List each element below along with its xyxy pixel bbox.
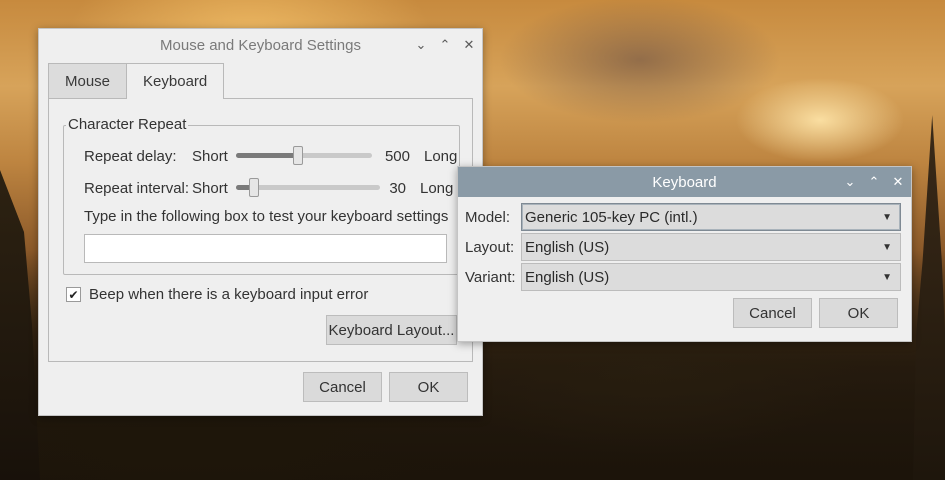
layout-row: Layout: English (US) ▼ bbox=[465, 233, 901, 261]
maximize-icon[interactable]: ⌃ bbox=[438, 37, 452, 53]
maximize-icon[interactable]: ⌃ bbox=[867, 174, 881, 190]
settings-cancel-button[interactable]: Cancel bbox=[303, 372, 382, 402]
repeat-delay-row: Repeat delay: Short 500 Long bbox=[84, 146, 457, 166]
minimize-icon[interactable]: ⌄ bbox=[414, 37, 428, 53]
repeat-delay-long-label: Long bbox=[424, 147, 458, 165]
repeat-interval-short-label: Short bbox=[192, 179, 228, 197]
repeat-delay-slider-thumb[interactable] bbox=[293, 146, 303, 165]
settings-window-title: Mouse and Keyboard Settings bbox=[160, 36, 361, 54]
variant-select[interactable]: English (US) ▼ bbox=[521, 263, 901, 291]
keyboard-cancel-button[interactable]: Cancel bbox=[733, 298, 812, 328]
beep-checkbox-row[interactable]: ✔ Beep when there is a keyboard input er… bbox=[66, 286, 368, 303]
layout-label: Layout: bbox=[465, 238, 515, 256]
model-select[interactable]: Generic 105-key PC (intl.) ▼ bbox=[521, 203, 901, 231]
close-icon[interactable]: ✕ bbox=[891, 174, 905, 190]
keyboard-layout-button[interactable]: Keyboard Layout... bbox=[326, 315, 457, 345]
keyboard-dialog-title: Keyboard bbox=[652, 173, 717, 191]
chevron-down-icon: ▼ bbox=[882, 242, 892, 253]
mouse-keyboard-settings-window: Mouse and Keyboard Settings ⌄ ⌃ ✕ Mouse … bbox=[38, 28, 483, 416]
character-repeat-group: Character Repeat Repeat delay: Short 500… bbox=[63, 116, 460, 275]
repeat-interval-row: Repeat interval: Short 30 Long bbox=[84, 178, 453, 198]
repeat-interval-value: 30 bbox=[389, 179, 406, 197]
close-icon[interactable]: ✕ bbox=[462, 37, 476, 53]
settings-titlebar[interactable]: Mouse and Keyboard Settings ⌄ ⌃ ✕ bbox=[39, 29, 482, 61]
layout-select-value: English (US) bbox=[525, 238, 610, 256]
tab-mouse[interactable]: Mouse bbox=[48, 63, 128, 98]
variant-select-value: English (US) bbox=[525, 268, 610, 286]
variant-label: Variant: bbox=[465, 268, 516, 286]
repeat-delay-label: Repeat delay: bbox=[84, 147, 177, 165]
repeat-interval-long-label: Long bbox=[420, 179, 454, 197]
repeat-interval-slider[interactable] bbox=[236, 178, 380, 198]
keyboard-tab-panel: Character Repeat Repeat delay: Short 500… bbox=[48, 98, 473, 362]
chevron-down-icon: ▼ bbox=[882, 272, 892, 283]
settings-ok-button[interactable]: OK bbox=[389, 372, 468, 402]
keyboard-test-prompt: Type in the following box to test your k… bbox=[84, 208, 449, 225]
model-select-value: Generic 105-key PC (intl.) bbox=[525, 208, 698, 226]
chevron-down-icon: ▼ bbox=[882, 212, 892, 223]
keyboard-test-input[interactable] bbox=[84, 234, 447, 263]
model-row: Model: Generic 105-key PC (intl.) ▼ bbox=[465, 203, 901, 231]
keyboard-titlebar[interactable]: Keyboard ⌄ ⌃ ✕ bbox=[458, 167, 911, 197]
repeat-interval-label: Repeat interval: bbox=[84, 179, 190, 197]
variant-row: Variant: English (US) ▼ bbox=[465, 263, 901, 291]
repeat-delay-short-label: Short bbox=[192, 147, 228, 165]
beep-checkbox-label: Beep when there is a keyboard input erro… bbox=[89, 286, 369, 303]
settings-tabs: Mouse Keyboard bbox=[48, 63, 225, 99]
tab-keyboard[interactable]: Keyboard bbox=[126, 63, 225, 99]
keyboard-ok-button[interactable]: OK bbox=[819, 298, 898, 328]
minimize-icon[interactable]: ⌄ bbox=[843, 174, 857, 190]
repeat-delay-slider[interactable] bbox=[236, 146, 372, 166]
model-label: Model: bbox=[465, 208, 511, 226]
repeat-interval-slider-thumb[interactable] bbox=[249, 178, 259, 197]
repeat-delay-value: 500 bbox=[384, 147, 410, 165]
character-repeat-legend: Character Repeat bbox=[66, 116, 189, 133]
beep-checkbox[interactable]: ✔ bbox=[66, 287, 81, 302]
layout-select[interactable]: English (US) ▼ bbox=[521, 233, 901, 261]
keyboard-dialog: Keyboard ⌄ ⌃ ✕ Model: Generic 105-key PC… bbox=[457, 166, 912, 342]
